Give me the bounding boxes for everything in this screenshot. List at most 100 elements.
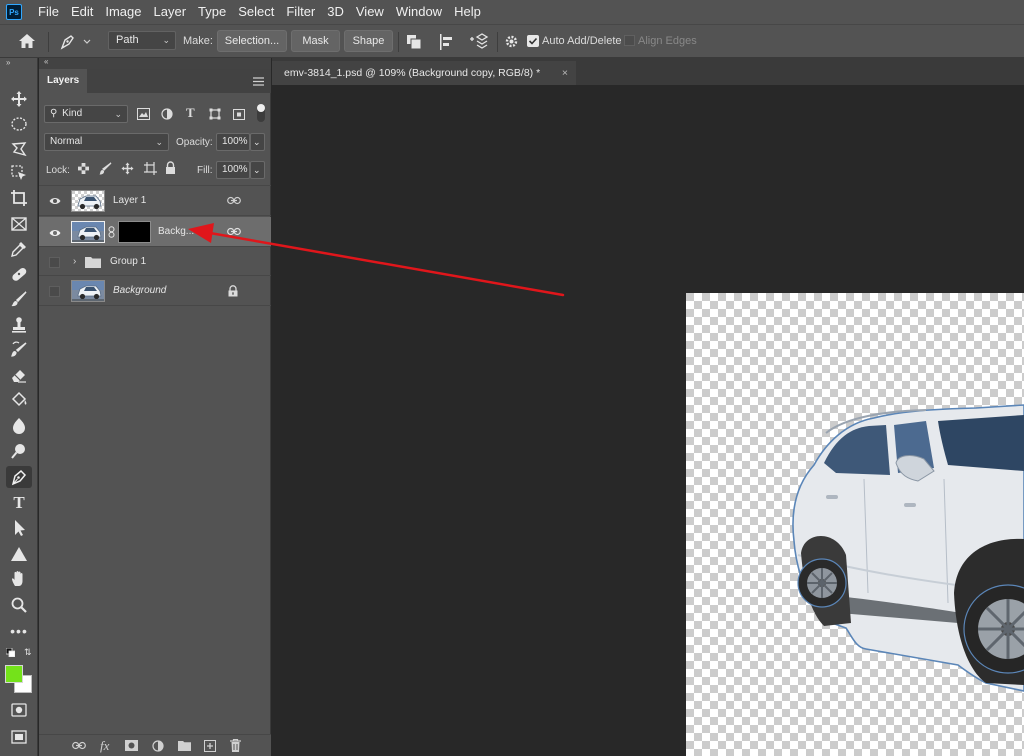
lock-position-icon[interactable] — [121, 162, 134, 175]
home-icon[interactable] — [18, 33, 36, 49]
menu-select[interactable]: Select — [232, 0, 280, 24]
adjustment-layer-icon[interactable] — [152, 740, 164, 755]
menu-window[interactable]: Window — [390, 0, 448, 24]
object-selection-tool-icon[interactable] — [6, 162, 32, 184]
visibility-toggle-off[interactable] — [49, 286, 60, 297]
default-colors-icon[interactable] — [5, 647, 16, 658]
menu-3d[interactable]: 3D — [321, 0, 350, 24]
crop-tool-icon[interactable] — [6, 187, 32, 209]
panel-collapse-icon[interactable]: » — [6, 58, 10, 67]
fill-input[interactable]: 100% — [216, 161, 250, 179]
clone-stamp-tool-icon[interactable] — [6, 314, 32, 336]
lock-image-pixels-icon[interactable] — [99, 162, 112, 175]
menu-view[interactable]: View — [350, 0, 390, 24]
filter-shape-icon[interactable] — [209, 108, 221, 120]
make-selection-button[interactable]: Selection... — [217, 30, 287, 52]
auto-add-delete-checkbox[interactable] — [527, 35, 539, 47]
trash-icon[interactable] — [230, 738, 241, 755]
menu-file[interactable]: File — [32, 0, 65, 24]
path-operations-icon[interactable] — [405, 33, 423, 51]
add-mask-icon[interactable] — [125, 740, 138, 754]
eye-icon[interactable] — [49, 195, 61, 207]
paint-bucket-tool-icon[interactable] — [6, 389, 32, 411]
blur-tool-icon[interactable] — [6, 415, 32, 437]
panel-expand-icon[interactable]: « — [44, 57, 48, 66]
filter-smart-object-icon[interactable] — [233, 108, 245, 120]
eyedropper-tool-icon[interactable] — [6, 238, 32, 260]
layer-name[interactable]: Backg... — [158, 217, 194, 247]
shape-tool-icon[interactable] — [6, 543, 32, 565]
document-canvas[interactable] — [686, 293, 1024, 756]
mask-link-icon[interactable] — [108, 226, 115, 238]
gear-icon[interactable] — [504, 34, 519, 49]
tab-layers[interactable]: Layers — [39, 69, 87, 93]
pen-mode-select[interactable]: Path ⌄ — [108, 31, 176, 50]
lock-all-icon[interactable] — [165, 161, 176, 174]
document-tab[interactable]: emv-3814_1.psd @ 109% (Background copy, … — [272, 61, 576, 85]
dodge-tool-icon[interactable] — [6, 440, 32, 462]
visibility-toggle-off[interactable] — [49, 257, 60, 268]
close-icon[interactable]: × — [562, 61, 568, 85]
filter-toggle-switch[interactable] — [257, 104, 265, 122]
pen-tool-preset-icon[interactable] — [58, 33, 92, 51]
frame-tool-icon[interactable] — [6, 213, 32, 235]
align-edges-checkbox[interactable] — [624, 35, 635, 46]
menu-type[interactable]: Type — [192, 0, 232, 24]
history-brush-tool-icon[interactable] — [6, 339, 32, 361]
quick-mask-icon[interactable] — [6, 699, 32, 721]
chevron-right-icon[interactable]: › — [73, 256, 76, 267]
layer-row-background[interactable]: Background — [39, 276, 271, 306]
layer-name[interactable]: Group 1 — [110, 248, 146, 276]
lasso-tool-icon[interactable] — [6, 138, 32, 160]
menu-filter[interactable]: Filter — [280, 0, 321, 24]
filter-type-icon[interactable]: T — [186, 105, 195, 121]
fill-dropdown[interactable]: ⌄ — [250, 161, 265, 179]
layer-row-layer-1[interactable]: Layer 1 — [39, 186, 271, 216]
menu-edit[interactable]: Edit — [65, 0, 99, 24]
panel-menu-icon[interactable] — [253, 77, 264, 86]
opacity-input[interactable]: 100% — [216, 133, 250, 151]
type-tool-icon[interactable]: T — [6, 492, 32, 514]
new-layer-icon[interactable] — [204, 740, 216, 755]
fx-icon[interactable]: fx — [100, 738, 109, 754]
screen-mode-icon[interactable] — [6, 726, 32, 748]
layer-row-background-copy[interactable]: Backg... — [39, 217, 271, 247]
brush-tool-icon[interactable] — [6, 288, 32, 310]
filter-adjustment-icon[interactable] — [161, 108, 173, 120]
path-selection-tool-icon[interactable] — [6, 517, 32, 539]
healing-brush-tool-icon[interactable] — [6, 263, 32, 285]
lock-transparent-pixels-icon[interactable] — [78, 163, 89, 174]
pen-tool-icon[interactable] — [6, 466, 32, 488]
layer-name[interactable]: Layer 1 — [113, 186, 146, 216]
zoom-tool-icon[interactable] — [6, 594, 32, 616]
eraser-tool-icon[interactable] — [6, 364, 32, 386]
eye-icon[interactable] — [49, 227, 61, 239]
filter-pixel-icon[interactable] — [137, 108, 150, 120]
blend-mode-select[interactable]: Normal ⌄ — [44, 133, 169, 151]
hand-tool-icon[interactable] — [6, 568, 32, 590]
path-arrangement-icon[interactable] — [468, 32, 490, 52]
make-mask-button[interactable]: Mask — [291, 30, 340, 52]
foreground-color-swatch[interactable] — [5, 665, 23, 683]
lock-artboard-icon[interactable] — [144, 162, 157, 175]
layer-thumbnail[interactable] — [71, 190, 105, 212]
move-tool-icon[interactable] — [6, 88, 32, 110]
canvas-area[interactable] — [272, 85, 1024, 756]
marquee-tool-icon[interactable] — [6, 113, 32, 135]
path-alignment-icon[interactable] — [438, 33, 456, 51]
layer-row-group-1[interactable]: › Group 1 — [39, 248, 271, 276]
panel-collapse-bar[interactable]: « — [39, 57, 271, 69]
layer-thumbnail[interactable] — [71, 280, 105, 302]
opacity-dropdown[interactable]: ⌄ — [250, 133, 265, 151]
more-tools-icon[interactable]: ••• — [6, 620, 32, 642]
menu-image[interactable]: Image — [99, 0, 147, 24]
make-shape-button[interactable]: Shape — [344, 30, 393, 52]
layer-mask-thumbnail[interactable] — [118, 221, 151, 243]
link-layers-icon[interactable] — [72, 741, 86, 753]
menu-help[interactable]: Help — [448, 0, 487, 24]
menu-layer[interactable]: Layer — [148, 0, 193, 24]
layer-thumbnail[interactable] — [71, 221, 105, 243]
layer-name[interactable]: Background — [113, 276, 166, 306]
filter-kind-select[interactable]: ⚲ Kind ⌄ — [44, 105, 128, 123]
swap-colors-icon[interactable]: ⇅ — [24, 647, 32, 658]
